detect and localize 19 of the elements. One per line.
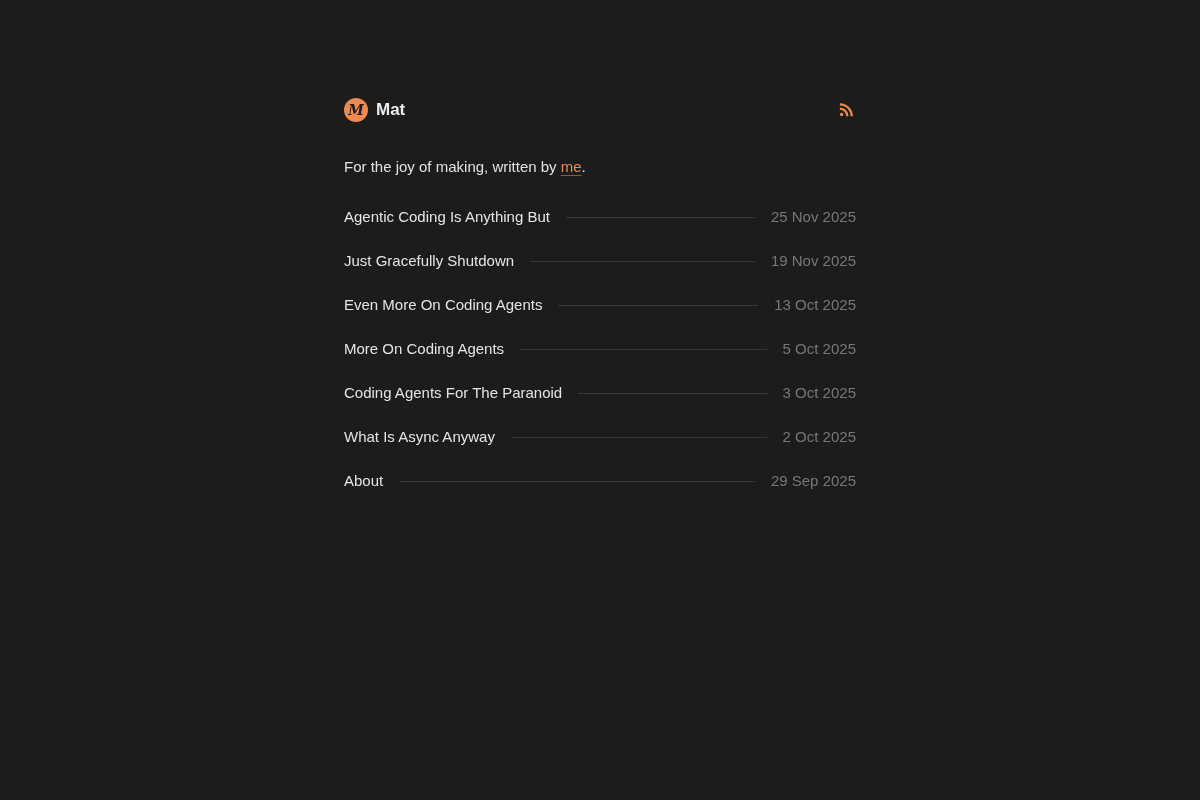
rss-feed-icon[interactable] bbox=[839, 103, 853, 117]
author-link[interactable]: me bbox=[560, 158, 582, 175]
post-link[interactable]: Just Gracefully Shutdown bbox=[344, 250, 515, 272]
tagline: For the joy of making, written by me. bbox=[344, 157, 587, 177]
post-date: 29 Sep 2025 bbox=[770, 471, 856, 491]
post-link[interactable]: Agentic Coding Is Anything But bbox=[344, 206, 550, 228]
post-date: 5 Oct 2025 bbox=[782, 339, 856, 359]
post-date: 2 Oct 2025 bbox=[782, 427, 856, 447]
post-date: 25 Nov 2025 bbox=[770, 207, 856, 227]
site-logo[interactable]: M bbox=[344, 98, 368, 122]
post-date: 13 Oct 2025 bbox=[774, 295, 856, 315]
post-link[interactable]: About bbox=[344, 470, 384, 492]
post-link[interactable]: Even More On Coding Agents bbox=[344, 294, 543, 316]
post-link[interactable]: What Is Async Anyway bbox=[344, 426, 495, 448]
post-link[interactable]: More On Coding Agents bbox=[344, 338, 505, 360]
post-date: 3 Oct 2025 bbox=[782, 383, 856, 403]
site-name[interactable]: Mat bbox=[376, 99, 406, 121]
post-link[interactable]: Coding Agents For The Paranoid bbox=[344, 382, 563, 404]
post-date: 19 Nov 2025 bbox=[770, 251, 856, 271]
